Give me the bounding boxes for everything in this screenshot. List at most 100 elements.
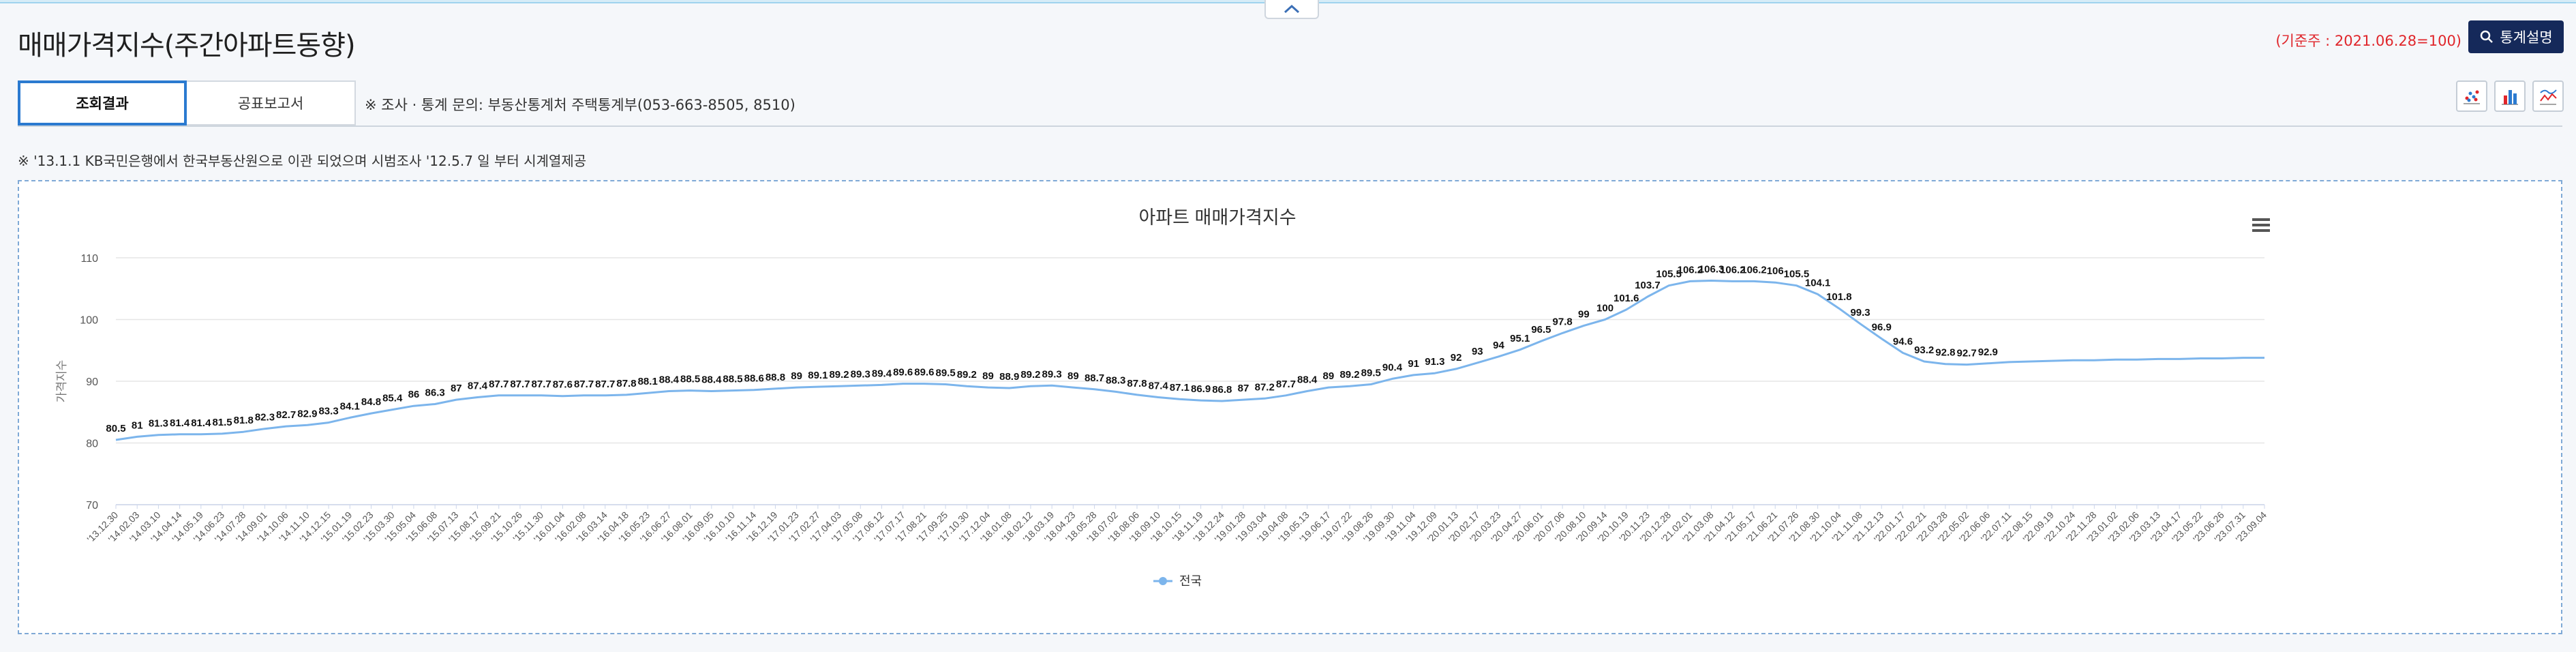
data-label: 94 [1493, 340, 1504, 351]
data-label: 100 [1596, 303, 1613, 314]
data-label: 89.2 [1020, 369, 1040, 381]
tab-divider [18, 125, 2562, 127]
tab-bar: 조회결과 공표보고서 [18, 80, 356, 125]
data-label: 85.4 [382, 393, 403, 404]
data-label: 87.7 [489, 379, 509, 390]
data-label: 94.6 [1893, 336, 1913, 347]
contact-note: ※ 조사 · 통계 문의: 부동산통계처 주택통계부(053-663-8505,… [365, 97, 795, 113]
tab-report[interactable]: 공표보고서 [187, 80, 356, 125]
data-label: 87.7 [574, 379, 594, 390]
data-label: 82.3 [255, 412, 275, 424]
data-label: 95.1 [1510, 333, 1530, 344]
data-label: 83.3 [318, 406, 338, 417]
data-label: 96.9 [1872, 322, 1892, 334]
data-label: 92.9 [1978, 346, 1998, 358]
data-label: 88.6 [744, 373, 764, 385]
price-index-chart: 아파트 매매가격지수708090100110가격지수'13.12.30'14.0… [55, 207, 2270, 588]
data-label: 89.5 [1361, 368, 1381, 379]
data-label: 89.2 [1339, 369, 1359, 381]
data-label: 88.9 [999, 371, 1019, 383]
chart-menu-icon[interactable] [2252, 218, 2270, 232]
chart-title: 아파트 매매가격지수 [1138, 207, 1296, 228]
stat-explain-button[interactable]: 통계설명 [2468, 20, 2564, 53]
data-label: 87.4 [468, 381, 488, 392]
data-label: 87.8 [616, 378, 636, 389]
chart-container: 아파트 매매가격지수 70 80 90 100 110 가격지수 '13.12.30'14.0… [18, 180, 2562, 634]
chevron-up-icon [1284, 4, 1300, 14]
page-title: 매매가격지수(주간아파트동향) [18, 30, 356, 61]
y-tick-label: 110 [80, 253, 98, 265]
data-label: 88.8 [766, 372, 785, 383]
data-label: 96.5 [1531, 324, 1551, 336]
data-label: 92.8 [1935, 347, 1955, 359]
y-tick-label: 100 [80, 315, 98, 327]
data-label: 82.9 [297, 408, 317, 419]
y-tick-label: 90 [86, 376, 98, 388]
data-label: 89.2 [957, 369, 977, 381]
data-label: 88.3 [1106, 374, 1125, 386]
data-label: 106 [1767, 265, 1784, 277]
search-icon [2481, 30, 2494, 43]
data-label: 88.4 [659, 374, 680, 385]
data-label: 86.3 [425, 387, 445, 398]
data-label: 87 [1238, 383, 1249, 394]
data-label: 81.5 [212, 417, 232, 428]
data-label: 89.2 [829, 369, 849, 381]
data-label: 91.3 [1425, 356, 1444, 368]
scatter-chart-button[interactable] [2456, 80, 2487, 112]
data-label: 87.7 [1276, 379, 1296, 390]
y-axis-label: 가격지수 [55, 360, 68, 403]
tab-results[interactable]: 조회결과 [18, 80, 187, 125]
data-label: 87.7 [510, 379, 530, 390]
data-label: 88.5 [680, 374, 700, 385]
stat-explain-label: 통계설명 [2500, 29, 2553, 46]
line-chart-icon [2540, 89, 2557, 105]
data-label: 89.1 [808, 370, 828, 381]
data-label: 84.1 [340, 400, 360, 412]
data-label: 88.7 [1085, 372, 1104, 384]
data-label: 84.8 [361, 396, 381, 408]
data-label: 86.8 [1212, 384, 1232, 396]
data-label: 87.4 [1149, 381, 1169, 392]
legend-marker [1159, 577, 1167, 585]
data-label: 87.6 [553, 379, 573, 391]
chart-type-switcher [2456, 80, 2564, 112]
data-label: 90.4 [1382, 361, 1403, 373]
y-tick-label: 80 [86, 439, 98, 450]
data-label: 99 [1578, 309, 1590, 321]
collapse-toggle[interactable] [1264, 0, 1319, 19]
data-label: 88.4 [701, 374, 722, 385]
data-label: 82.7 [276, 409, 296, 421]
data-label: 93 [1472, 346, 1483, 357]
data-label: 89.6 [893, 367, 913, 379]
data-label: 92.7 [1956, 348, 1976, 359]
data-label: 93.2 [1914, 344, 1934, 356]
data-label: 92 [1451, 352, 1462, 364]
base-week-note: (기준주 : 2021.06.28=100) [2275, 33, 2461, 49]
data-label: 91 [1408, 358, 1419, 370]
data-label: 97.8 [1553, 316, 1573, 327]
legend-label: 전국 [1179, 574, 1202, 588]
data-label: 89 [1067, 370, 1079, 382]
data-label: 86.9 [1191, 383, 1211, 395]
data-label: 81 [132, 419, 143, 431]
data-label: 87.7 [532, 379, 551, 390]
data-label: 87.7 [595, 379, 615, 390]
scatter-chart-icon [2464, 90, 2480, 104]
series-line-national [115, 280, 2264, 441]
data-label: 81.4 [191, 417, 211, 429]
data-label: 81.3 [149, 418, 168, 430]
data-label: 88.4 [1297, 374, 1318, 385]
data-label: 87 [451, 383, 462, 394]
data-label: 103.7 [1635, 280, 1661, 291]
data-label: 89 [791, 370, 802, 382]
data-label: 81.8 [234, 415, 254, 426]
bar-chart-button[interactable] [2494, 80, 2526, 112]
data-label: 89.3 [851, 368, 870, 380]
data-label: 87.8 [1127, 378, 1147, 389]
data-label: 87.1 [1170, 382, 1189, 394]
data-label: 86 [408, 389, 420, 400]
line-chart-button[interactable] [2532, 80, 2564, 112]
data-label: 88.1 [638, 376, 658, 387]
data-label: 89.3 [1042, 368, 1062, 380]
